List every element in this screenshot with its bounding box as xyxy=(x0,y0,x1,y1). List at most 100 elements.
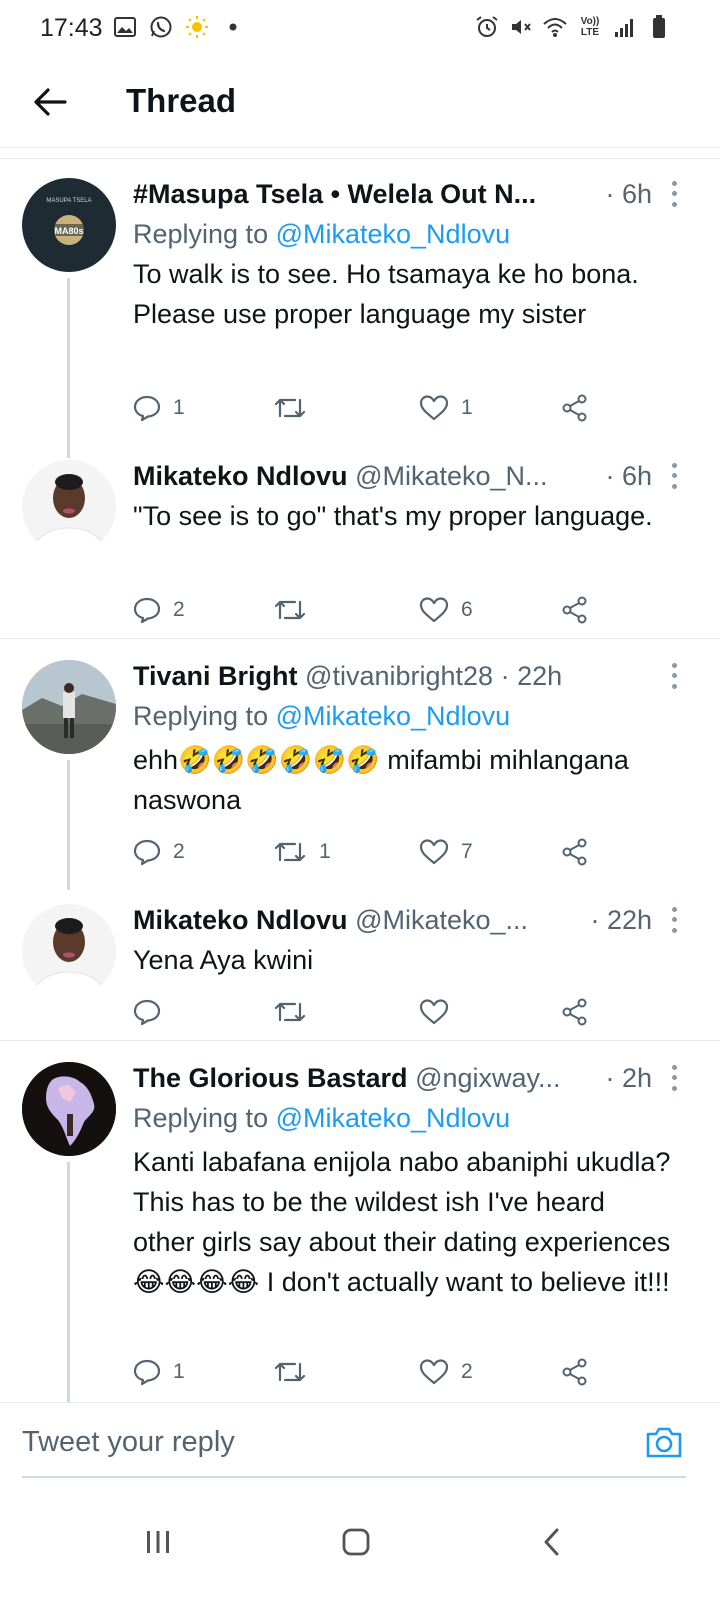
share-button[interactable] xyxy=(561,1352,589,1392)
author-handle[interactable]: @Mikateko_N... xyxy=(355,461,547,491)
like-button[interactable]: 7 xyxy=(419,832,473,872)
retweet-button[interactable] xyxy=(273,1352,319,1392)
share-button[interactable] xyxy=(561,590,589,630)
author-name[interactable]: Mikateko Ndlovu xyxy=(133,905,348,935)
retweet-button[interactable] xyxy=(273,388,319,428)
tweet-actions: 1 2 xyxy=(133,1352,603,1392)
tweet-time[interactable]: · 22h xyxy=(501,661,563,691)
camera-button[interactable] xyxy=(644,1424,684,1460)
reply-button[interactable] xyxy=(133,992,173,1032)
replying-to: Replying to @Mikateko_Ndlovu xyxy=(133,1098,510,1138)
more-options-button[interactable] xyxy=(664,178,684,210)
reply-input[interactable] xyxy=(22,1414,622,1470)
wifi-icon xyxy=(542,14,568,40)
tweet-time[interactable]: · 22h xyxy=(590,900,652,940)
avatar-badge: MA80s xyxy=(54,226,83,236)
like-button[interactable] xyxy=(419,992,461,1032)
reply-button[interactable]: 1 xyxy=(133,388,185,428)
input-underline xyxy=(22,1476,686,1478)
more-options-button[interactable] xyxy=(664,904,684,936)
nav-back-button[interactable] xyxy=(522,1512,582,1572)
heart-icon xyxy=(419,597,449,623)
reply-count: 2 xyxy=(173,598,185,621)
retweet-icon xyxy=(274,842,306,862)
replying-to: Replying to @Mikateko_Ndlovu xyxy=(133,696,510,736)
share-button[interactable] xyxy=(561,832,589,872)
reply-count: 2 xyxy=(173,840,185,863)
reply-button[interactable]: 1 xyxy=(133,1352,185,1392)
author-handle[interactable]: @Mikateko_... xyxy=(355,905,528,935)
tweet-text: To walk is to see. Ho tsamaya ke ho bona… xyxy=(133,259,639,329)
tweet-header: The Glorious Bastard @ngixway... xyxy=(133,1058,650,1098)
share-button[interactable] xyxy=(561,992,589,1032)
retweet-button[interactable] xyxy=(273,590,319,630)
mention-link[interactable]: @Mikateko_Ndlovu xyxy=(276,1103,511,1133)
mention-link[interactable]: @Mikateko_Ndlovu xyxy=(276,701,511,731)
thread-connector xyxy=(67,278,70,458)
camera-icon xyxy=(646,1427,682,1458)
avatar[interactable] xyxy=(22,904,116,998)
tweet-header: Mikateko Ndlovu @Mikateko_... xyxy=(133,900,650,940)
tweet-time[interactable]: · 6h xyxy=(605,174,652,214)
avatar[interactable] xyxy=(22,1062,116,1156)
tweet-actions xyxy=(133,992,603,1032)
tweet[interactable]: Mikateko Ndlovu @Mikateko_N... · 6h "To … xyxy=(0,456,720,626)
more-options-button[interactable] xyxy=(664,1062,684,1094)
retweet-icon xyxy=(274,1002,306,1022)
status-bar: 17:43 Vo)) LTE xyxy=(0,0,720,60)
like-button[interactable]: 2 xyxy=(419,1352,473,1392)
reply-count: 1 xyxy=(173,1360,185,1383)
author-name[interactable]: The Glorious Bastard xyxy=(133,1063,408,1093)
tweet-actions: 1 1 xyxy=(133,388,603,428)
avatar[interactable] xyxy=(22,660,116,754)
back-icon xyxy=(544,1528,559,1556)
volte-icon: Vo)) LTE xyxy=(576,14,604,40)
reply-composer xyxy=(0,1402,720,1482)
tweet[interactable]: The Glorious Bastard @ngixway... · 2h Re… xyxy=(0,1058,720,1426)
recent-apps-button[interactable] xyxy=(128,1512,188,1572)
share-button[interactable] xyxy=(561,388,589,428)
author-name[interactable]: #Masupa Tsela • Welela Out N... xyxy=(133,179,536,209)
author-name[interactable]: Tivani Bright xyxy=(133,661,298,691)
status-time: 17:43 xyxy=(40,14,103,42)
tweet-text: ehh🤣🤣🤣🤣🤣🤣 mifambi mihlangana naswona xyxy=(133,745,629,815)
share-icon xyxy=(562,1358,587,1386)
tweet-time[interactable]: · 2h xyxy=(605,1058,652,1098)
back-button[interactable] xyxy=(28,80,72,124)
home-button[interactable] xyxy=(326,1512,386,1572)
reply-icon xyxy=(133,597,161,624)
volte-label-bottom: LTE xyxy=(580,27,600,38)
avatar[interactable]: MASUPA TSELA MA80s xyxy=(22,178,116,272)
retweet-button[interactable] xyxy=(273,992,319,1032)
author-handle[interactable]: @tivanibright28 xyxy=(305,661,493,691)
tweet-header: Tivani Bright @tivanibright28 · 22h xyxy=(133,656,650,696)
reply-button[interactable]: 2 xyxy=(133,590,185,630)
tweet-time[interactable]: · 6h xyxy=(605,456,652,496)
recent-apps-icon xyxy=(147,1531,169,1553)
reply-button[interactable]: 2 xyxy=(133,832,185,872)
more-options-button[interactable] xyxy=(664,460,684,492)
reply-icon xyxy=(133,999,161,1026)
author-name[interactable]: Mikateko Ndlovu xyxy=(133,461,348,491)
tweet-text: "To see is to go" that's my proper langu… xyxy=(133,501,653,531)
like-button[interactable]: 6 xyxy=(419,590,473,630)
battery-icon xyxy=(646,14,672,40)
volte-label-top: Vo)) xyxy=(580,16,600,27)
share-icon xyxy=(562,394,587,422)
alarm-icon xyxy=(474,14,500,40)
tweet[interactable]: Mikateko Ndlovu @Mikateko_... · 22h Yena… xyxy=(0,900,720,1040)
avatar[interactable] xyxy=(22,460,116,554)
like-button[interactable]: 1 xyxy=(419,388,473,428)
tweet[interactable]: MASUPA TSELA MA80s #Masupa Tsela • Welel… xyxy=(0,174,720,458)
share-icon xyxy=(562,838,587,866)
author-handle[interactable]: @ngixway... xyxy=(415,1063,560,1093)
mention-link[interactable]: @Mikateko_Ndlovu xyxy=(276,219,511,249)
thread-list[interactable]: MASUPA TSELA MA80s #Masupa Tsela • Welel… xyxy=(0,150,720,1426)
tweet-header: #Masupa Tsela • Welela Out N... xyxy=(133,174,650,214)
tweet-text: Kanti labafana enijola nabo abaniphi uku… xyxy=(133,1147,671,1297)
retweet-button[interactable]: 1 xyxy=(273,832,331,872)
tweet-actions: 2 6 xyxy=(133,590,603,630)
tweet[interactable]: Tivani Bright @tivanibright28 · 22h Repl… xyxy=(0,656,720,890)
more-options-button[interactable] xyxy=(664,660,684,692)
reply-icon xyxy=(133,1359,161,1386)
